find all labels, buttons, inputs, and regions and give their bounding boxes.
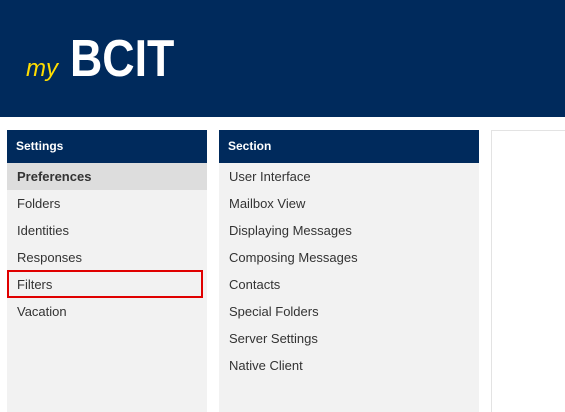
section-list: User Interface Mailbox View Displaying M…: [219, 163, 479, 379]
section-item-contacts[interactable]: Contacts: [219, 271, 479, 298]
section-item-composing-messages[interactable]: Composing Messages: [219, 244, 479, 271]
settings-item-responses[interactable]: Responses: [7, 244, 207, 271]
section-item-mailbox-view[interactable]: Mailbox View: [219, 190, 479, 217]
settings-list: Preferences Folders Identities Responses…: [7, 163, 207, 325]
settings-item-preferences[interactable]: Preferences: [7, 163, 207, 190]
app-header: my BCIT: [0, 0, 565, 117]
section-item-displaying-messages[interactable]: Displaying Messages: [219, 217, 479, 244]
section-panel: Section User Interface Mailbox View Disp…: [219, 130, 479, 412]
section-item-server-settings[interactable]: Server Settings: [219, 325, 479, 352]
section-panel-title: Section: [219, 130, 479, 163]
section-item-special-folders[interactable]: Special Folders: [219, 298, 479, 325]
settings-panel: Settings Preferences Folders Identities …: [7, 130, 207, 412]
logo-bcit-text: BCIT: [70, 30, 175, 88]
preferences-content-pane: [491, 130, 565, 412]
settings-panel-title: Settings: [7, 130, 207, 163]
settings-item-folders[interactable]: Folders: [7, 190, 207, 217]
section-item-user-interface[interactable]: User Interface: [219, 163, 479, 190]
logo-my-text: my: [26, 55, 58, 82]
settings-item-vacation[interactable]: Vacation: [7, 298, 207, 325]
settings-item-identities[interactable]: Identities: [7, 217, 207, 244]
settings-item-filters-label: Filters: [17, 277, 53, 292]
section-item-native-client[interactable]: Native Client: [219, 352, 479, 379]
settings-item-filters[interactable]: Filters: [7, 270, 207, 298]
